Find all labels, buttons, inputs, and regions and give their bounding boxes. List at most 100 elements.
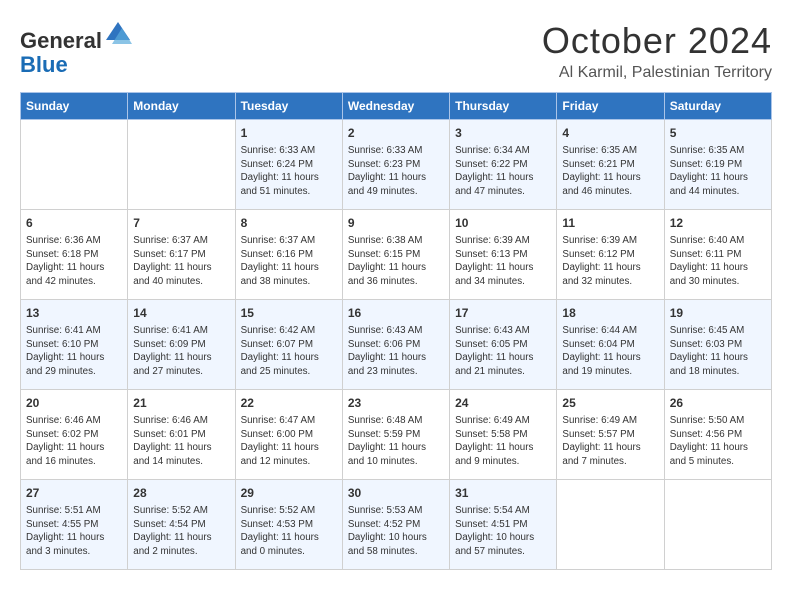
logo: General Blue: [20, 20, 132, 77]
cell-info: Sunrise: 6:38 AM Sunset: 6:15 PM Dayligh…: [348, 234, 444, 289]
calendar-cell: 22 Sunrise: 6:47 AM Sunset: 6:00 PM Dayli…: [235, 390, 342, 480]
header-day-friday: Friday: [557, 93, 664, 120]
day-number: 22: [241, 395, 337, 412]
cell-info: Sunrise: 6:46 AM Sunset: 6:01 PM Dayligh…: [133, 414, 229, 469]
calendar-cell: 2 Sunrise: 6:33 AM Sunset: 6:23 PM Daylig…: [342, 120, 449, 210]
day-number: 17: [455, 305, 551, 322]
logo-blue: Blue: [20, 52, 68, 77]
calendar-cell: 12Sunrise: 6:40 AM Sunset: 6:11 PM Dayli…: [664, 210, 771, 300]
day-number: 11: [562, 215, 658, 232]
cell-info: Sunrise: 6:37 AM Sunset: 6:17 PM Dayligh…: [133, 234, 229, 289]
day-number: 7: [133, 215, 229, 232]
location: Al Karmil, Palestinian Territory: [542, 64, 772, 82]
day-number: 13: [26, 305, 122, 322]
calendar-cell: 25 Sunrise: 6:49 AM Sunset: 5:57 PM Dayli…: [557, 390, 664, 480]
calendar-week-row: 6 Sunrise: 6:36 AM Sunset: 6:18 PM Daylig…: [21, 210, 772, 300]
day-number: 25: [562, 395, 658, 412]
calendar-cell: 31Sunrise: 5:54 AM Sunset: 4:51 PM Dayli…: [450, 480, 557, 570]
title-block: October 2024 Al Karmil, Palestinian Terr…: [542, 20, 772, 82]
calendar-header-row: SundayMondayTuesdayWednesdayThursdayFrid…: [21, 93, 772, 120]
cell-info: Sunrise: 5:50 AM Sunset: 4:56 PM Dayligh…: [670, 414, 766, 469]
header-day-wednesday: Wednesday: [342, 93, 449, 120]
cell-info: Sunrise: 6:37 AM Sunset: 6:16 PM Dayligh…: [241, 234, 337, 289]
page-header: General Blue October 2024 Al Karmil, Pal…: [20, 20, 772, 82]
calendar-cell: 10 Sunrise: 6:39 AM Sunset: 6:13 PM Dayli…: [450, 210, 557, 300]
calendar-cell: 19 Sunrise: 6:45 AM Sunset: 6:03 PM Dayli…: [664, 300, 771, 390]
day-number: 6: [26, 215, 122, 232]
calendar-cell: 4 Sunrise: 6:35 AM Sunset: 6:21 PM Daylig…: [557, 120, 664, 210]
cell-info: Sunrise: 5:53 AM Sunset: 4:52 PM Dayligh…: [348, 504, 444, 559]
header-day-sunday: Sunday: [21, 93, 128, 120]
header-day-tuesday: Tuesday: [235, 93, 342, 120]
cell-info: Sunrise: 5:52 AM Sunset: 4:53 PM Dayligh…: [241, 504, 337, 559]
calendar-cell: 5 Sunrise: 6:35 AM Sunset: 6:19 PM Daylig…: [664, 120, 771, 210]
cell-info: Sunrise: 5:51 AM Sunset: 4:55 PM Dayligh…: [26, 504, 122, 559]
calendar-cell: [21, 120, 128, 210]
cell-info: Sunrise: 6:43 AM Sunset: 6:06 PM Dayligh…: [348, 324, 444, 379]
day-number: 3: [455, 125, 551, 142]
header-day-monday: Monday: [128, 93, 235, 120]
day-number: 28: [133, 485, 229, 502]
calendar-cell: [664, 480, 771, 570]
calendar-cell: 17Sunrise: 6:43 AM Sunset: 6:05 PM Dayli…: [450, 300, 557, 390]
logo-icon: [104, 20, 132, 48]
calendar-cell: 14 Sunrise: 6:41 AM Sunset: 6:09 PM Dayli…: [128, 300, 235, 390]
day-number: 2: [348, 125, 444, 142]
cell-info: Sunrise: 6:41 AM Sunset: 6:09 PM Dayligh…: [133, 324, 229, 379]
day-number: 16: [348, 305, 444, 322]
cell-info: Sunrise: 6:33 AM Sunset: 6:23 PM Dayligh…: [348, 144, 444, 199]
calendar-cell: 28Sunrise: 5:52 AM Sunset: 4:54 PM Dayli…: [128, 480, 235, 570]
cell-info: Sunrise: 6:33 AM Sunset: 6:24 PM Dayligh…: [241, 144, 337, 199]
day-number: 24: [455, 395, 551, 412]
calendar-cell: [557, 480, 664, 570]
day-number: 4: [562, 125, 658, 142]
calendar-cell: 20Sunrise: 6:46 AM Sunset: 6:02 PM Dayli…: [21, 390, 128, 480]
cell-info: Sunrise: 6:44 AM Sunset: 6:04 PM Dayligh…: [562, 324, 658, 379]
calendar-cell: 13 Sunrise: 6:41 AM Sunset: 6:10 PM Dayli…: [21, 300, 128, 390]
cell-info: Sunrise: 6:46 AM Sunset: 6:02 PM Dayligh…: [26, 414, 122, 469]
cell-info: Sunrise: 6:45 AM Sunset: 6:03 PM Dayligh…: [670, 324, 766, 379]
cell-info: Sunrise: 6:39 AM Sunset: 6:12 PM Dayligh…: [562, 234, 658, 289]
calendar-table: SundayMondayTuesdayWednesdayThursdayFrid…: [20, 92, 772, 570]
day-number: 31: [455, 485, 551, 502]
calendar-week-row: 20Sunrise: 6:46 AM Sunset: 6:02 PM Dayli…: [21, 390, 772, 480]
calendar-week-row: 1 Sunrise: 6:33 AM Sunset: 6:24 PM Daylig…: [21, 120, 772, 210]
day-number: 19: [670, 305, 766, 322]
calendar-cell: 27 Sunrise: 5:51 AM Sunset: 4:55 PM Dayli…: [21, 480, 128, 570]
cell-info: Sunrise: 6:47 AM Sunset: 6:00 PM Dayligh…: [241, 414, 337, 469]
cell-info: Sunrise: 6:48 AM Sunset: 5:59 PM Dayligh…: [348, 414, 444, 469]
cell-info: Sunrise: 6:42 AM Sunset: 6:07 PM Dayligh…: [241, 324, 337, 379]
calendar-cell: 6 Sunrise: 6:36 AM Sunset: 6:18 PM Daylig…: [21, 210, 128, 300]
cell-info: Sunrise: 6:35 AM Sunset: 6:21 PM Dayligh…: [562, 144, 658, 199]
day-number: 1: [241, 125, 337, 142]
cell-info: Sunrise: 6:39 AM Sunset: 6:13 PM Dayligh…: [455, 234, 551, 289]
calendar-cell: 1 Sunrise: 6:33 AM Sunset: 6:24 PM Daylig…: [235, 120, 342, 210]
calendar-cell: 23 Sunrise: 6:48 AM Sunset: 5:59 PM Dayli…: [342, 390, 449, 480]
calendar-cell: 7 Sunrise: 6:37 AM Sunset: 6:17 PM Daylig…: [128, 210, 235, 300]
calendar-cell: 15Sunrise: 6:42 AM Sunset: 6:07 PM Dayli…: [235, 300, 342, 390]
cell-info: Sunrise: 6:35 AM Sunset: 6:19 PM Dayligh…: [670, 144, 766, 199]
cell-info: Sunrise: 6:34 AM Sunset: 6:22 PM Dayligh…: [455, 144, 551, 199]
calendar-cell: 26 Sunrise: 5:50 AM Sunset: 4:56 PM Dayli…: [664, 390, 771, 480]
day-number: 14: [133, 305, 229, 322]
day-number: 10: [455, 215, 551, 232]
header-day-thursday: Thursday: [450, 93, 557, 120]
calendar-cell: 9Sunrise: 6:38 AM Sunset: 6:15 PM Daylig…: [342, 210, 449, 300]
cell-info: Sunrise: 6:41 AM Sunset: 6:10 PM Dayligh…: [26, 324, 122, 379]
calendar-week-row: 13 Sunrise: 6:41 AM Sunset: 6:10 PM Dayli…: [21, 300, 772, 390]
cell-info: Sunrise: 6:36 AM Sunset: 6:18 PM Dayligh…: [26, 234, 122, 289]
calendar-cell: 21 Sunrise: 6:46 AM Sunset: 6:01 PM Dayli…: [128, 390, 235, 480]
day-number: 21: [133, 395, 229, 412]
calendar-week-row: 27 Sunrise: 5:51 AM Sunset: 4:55 PM Dayli…: [21, 480, 772, 570]
cell-info: Sunrise: 6:49 AM Sunset: 5:57 PM Dayligh…: [562, 414, 658, 469]
day-number: 23: [348, 395, 444, 412]
day-number: 8: [241, 215, 337, 232]
logo-general: General: [20, 28, 102, 53]
day-number: 29: [241, 485, 337, 502]
day-number: 5: [670, 125, 766, 142]
calendar-cell: 11 Sunrise: 6:39 AM Sunset: 6:12 PM Dayli…: [557, 210, 664, 300]
day-number: 26: [670, 395, 766, 412]
day-number: 27: [26, 485, 122, 502]
header-day-saturday: Saturday: [664, 93, 771, 120]
cell-info: Sunrise: 6:40 AM Sunset: 6:11 PM Dayligh…: [670, 234, 766, 289]
